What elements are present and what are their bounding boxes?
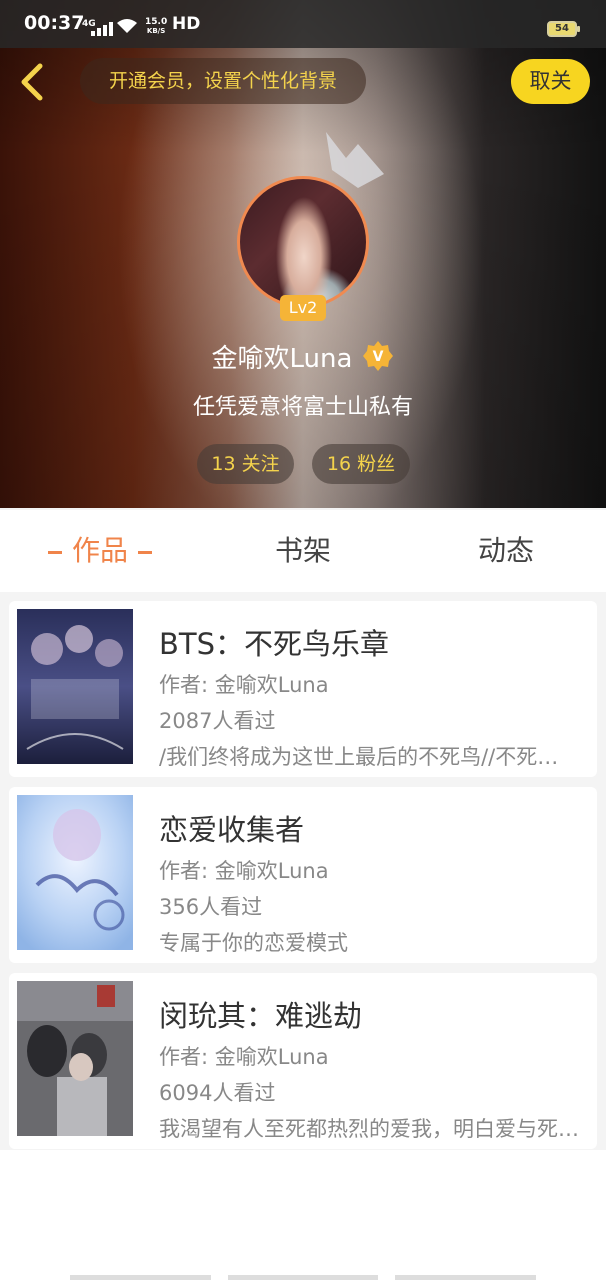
tab-indicator-right [138,550,152,554]
signal-icon [91,22,113,36]
work-views: 356人看过 [159,895,263,919]
wifi-icon [117,19,137,33]
tab-works[interactable]: 作品 [20,510,180,592]
work-card[interactable]: BTS：不死鸟乐章 作者: 金喻欢Luna 2087人看过 /我们终将成为这世上… [9,601,597,777]
tab-bookshelf[interactable]: 书架 [223,510,383,592]
battery-icon: 54 [547,21,580,37]
work-card[interactable]: 闵玧其：难逃劫 作者: 金喻欢Luna 6094人看过 我渴望有人至死都热烈的爱… [9,973,597,1149]
tab-activity[interactable]: 动态 [426,510,586,592]
work-views: 2087人看过 [159,709,276,733]
avatar-image [237,176,369,308]
work-card[interactable]: 恋爱收集者 作者: 金喻欢Luna 356人看过 专属于你的恋爱模式 [9,787,597,963]
followers-count[interactable]: 16 粉丝 [312,444,410,484]
following-count[interactable]: 13 关注 [197,444,294,484]
work-description: /我们终将成为这世上最后的不死鸟//不死鸟乐章 [159,745,579,769]
work-description: 我渴望有人至死都热烈的爱我，明白爱与死亡的重量 [159,1117,579,1141]
nav-bar-segment [395,1275,536,1280]
level-badge: Lv2 [280,295,326,321]
unfollow-button[interactable]: 取关 [511,59,590,104]
tab-activity-label: 动态 [477,534,534,567]
verified-letter: V [373,349,384,365]
nav-bar-segment [70,1275,211,1280]
username: 金喻欢Luna [211,343,353,374]
speed-unit: KB/S [146,27,166,35]
empty-bottom-area [0,1150,606,1280]
back-chevron-icon[interactable] [14,60,50,104]
tab-indicator-left [47,550,62,554]
book-cover-image [17,795,133,950]
book-cover-image [17,609,133,764]
tab-works-label: 作品 [71,534,128,567]
vip-background-banner[interactable]: 开通会员，设置个性化背景 [80,58,366,104]
hd-indicator: HD [172,14,201,34]
work-author: 作者: 金喻欢Luna [159,673,329,697]
status-time: 00:37 [24,12,85,34]
book-cover-image [17,981,133,1136]
work-views: 6094人看过 [159,1081,276,1105]
nav-bar-segment [228,1275,378,1280]
verified-badge-icon: V [363,341,394,371]
works-list: BTS：不死鸟乐章 作者: 金喻欢Luna 2087人看过 /我们终将成为这世上… [0,592,606,1150]
profile-signature: 任凭爱意将富士山私有 [192,395,413,420]
tab-bookshelf-label: 书架 [274,534,331,567]
work-author: 作者: 金喻欢Luna [159,1045,329,1069]
profile-tabs: 作品 书架 动态 [0,510,606,592]
work-title: 恋爱收集者 [159,813,305,847]
username-row: 金喻欢Luna V [0,333,606,379]
network-speed: 15.0 KB/S [145,18,167,36]
work-title: 闵玧其：难逃劫 [159,999,363,1033]
status-bar: 00:37 4G 15.0 KB/S HD 54 [0,0,606,48]
work-description: 专属于你的恋爱模式 [159,931,348,955]
work-title: BTS：不死鸟乐章 [159,627,390,661]
work-author: 作者: 金喻欢Luna [159,859,329,883]
avatar[interactable]: Lv2 [237,176,369,321]
speed-value: 15.0 [145,17,168,27]
